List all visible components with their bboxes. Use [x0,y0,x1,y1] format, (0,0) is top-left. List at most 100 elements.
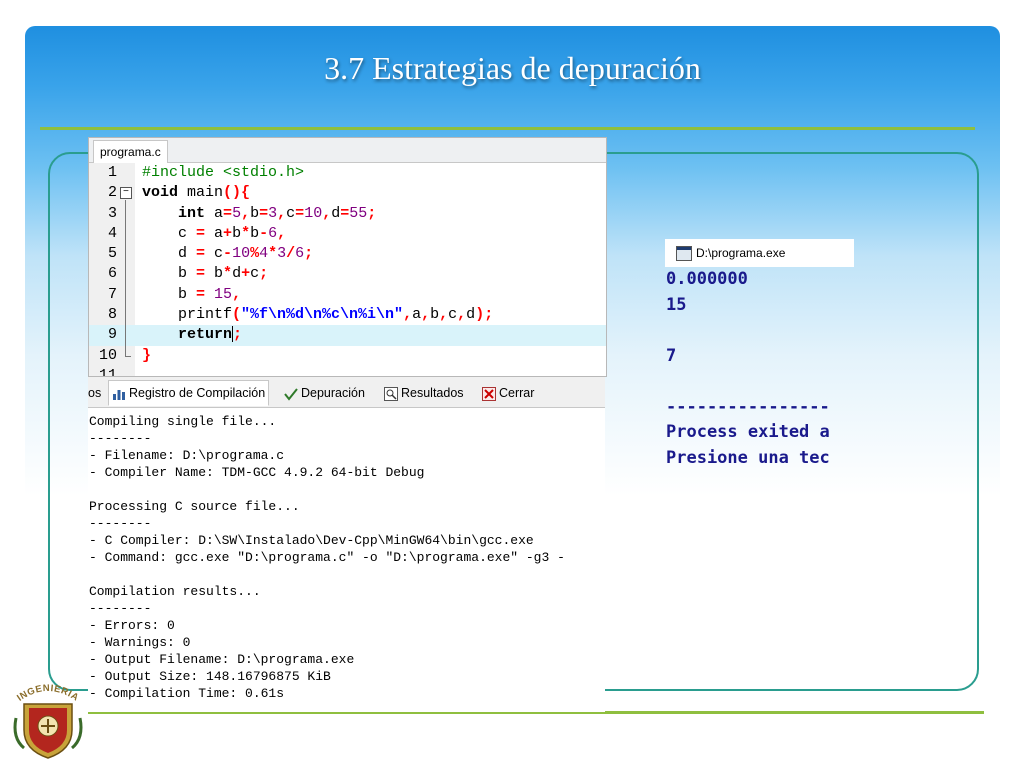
code-token: = [223,204,233,222]
code-token: , [457,306,467,324]
bottom-panel-tabs: os Registro de Compilación Depuración Resul… [88,377,605,408]
log-line: -------- [89,516,152,531]
code-token: d [466,306,476,324]
log-line: -------- [89,601,152,616]
code-line[interactable]: 8 printf("%f\n%d\n%c\n%i\n",a,b,c,d); [89,305,606,325]
code-token: , [403,306,413,324]
code-token: - [223,245,233,263]
log-line: - Compiler Name: TDM-GCC 4.9.2 64-bit De… [89,465,425,480]
console-line: ---------------- [666,396,830,417]
code-token: , [277,224,287,242]
code-area[interactable]: 1 #include <stdio.h> 2 void main(){−3 int a… [89,163,606,377]
code-token: = [196,224,206,242]
slide-title: 3.7 Estrategias de depuración [324,50,701,86]
log-line: - Output Filename: D:\programa.exe [89,652,355,667]
tab-resultados[interactable]: Resultados [384,381,464,405]
code-token: b [250,204,260,222]
code-token: 5 [232,204,242,222]
console-output: 0.000000 15 7 ---------------- Process exite… [665,267,854,471]
log-line: - Compilation Time: 0.61s [89,686,285,701]
code-text: int a=5,b=3,c=10,d=55; [142,204,376,224]
log-line: Compilation results... [89,584,261,599]
code-token: 6 [295,245,305,263]
code-token: ( [232,306,242,324]
code-line[interactable]: 1 #include <stdio.h> [89,163,606,183]
tab-cerrar[interactable]: Cerrar [482,381,534,405]
tab-label: Resultados [401,386,464,400]
fold-collapse-icon[interactable]: − [120,187,132,200]
log-line: - Warnings: 0 [89,635,191,650]
code-line[interactable]: 9 return; [89,325,606,346]
code-token: ; [367,204,377,222]
log-line: Compiling single file... [89,414,277,429]
code-line[interactable]: 11 [89,366,606,377]
code-token: (){ [223,184,251,202]
line-number: 11 [98,366,117,377]
code-token: = [340,204,350,222]
console-titlebar: D:\programa.exe [665,239,854,267]
fold-guide [125,199,126,356]
logo-text: INGENIERIA [15,683,80,704]
code-token: c [448,306,458,324]
console-line: 0.000000 [666,269,748,289]
code-text: c = a+b*b-6, [142,224,286,244]
code-token: = [196,285,206,303]
line-number: 8 [107,306,117,324]
code-line[interactable]: 4 c = a+b*b-6, [89,224,606,244]
code-line[interactable]: 10} [89,346,606,366]
code-token: - [259,224,269,242]
code-token: a [205,224,224,242]
code-token: 4 [259,245,269,263]
code-line[interactable]: 7 b = 15, [89,285,606,305]
code-token: 3 [268,204,278,222]
code-line[interactable]: 6 b = b*d+c; [89,264,606,284]
console-line: Process exited a [666,422,830,442]
log-line: - Errors: 0 [89,618,175,633]
console-window[interactable]: D:\programa.exe 0.000000 15 7 -------------… [665,239,854,479]
code-token: 55 [349,204,368,222]
tab-label: os [88,386,102,400]
line-number: 2 [107,184,117,202]
tab-os[interactable]: os [88,381,101,405]
editor-tab-programa-c[interactable]: programa.c [93,140,168,163]
line-number: 10 [98,346,117,364]
code-text: d = c-10%4*3/6; [142,244,313,264]
bar-chart-icon [112,381,129,405]
code-token: b [142,285,197,303]
title-divider [40,127,975,130]
code-text: return; [142,325,242,345]
code-token: #include <stdio.h> [142,164,305,181]
code-editor[interactable]: programa.c 1 #include <stdio.h> 2 void main… [88,137,607,377]
console-app-icon [676,246,692,261]
code-token: d [232,265,242,283]
search-results-icon [384,381,401,405]
code-text: } [142,346,151,366]
line-number: 4 [107,224,117,242]
console-line: 7 [666,345,677,366]
tab-registro-de-compilaci-n[interactable]: Registro de Compilación [108,380,270,406]
code-line[interactable]: 5 d = c-10%4*3/6; [89,244,606,264]
code-token: d [142,245,197,263]
console-line: 15 [666,294,687,315]
code-token: a [412,306,422,324]
compile-log-output[interactable]: Compiling single file... -------- - Filena… [88,408,605,702]
fold-end [125,355,131,357]
code-token: 15 [214,285,233,303]
code-token: , [322,204,332,222]
code-line[interactable]: 2 void main(){− [89,183,606,203]
code-token: void [142,184,179,202]
code-token: 10 [232,245,251,263]
code-token: % [250,245,260,263]
code-line[interactable]: 3 int a=5,b=3,c=10,d=55; [89,204,606,224]
tab-depuraci-n[interactable]: Depuración [284,381,365,405]
code-token: ; [304,245,314,263]
code-token: ; [233,326,243,344]
code-token: a [205,204,224,222]
code-text: #include <stdio.h> [142,163,304,183]
code-token: c [142,224,197,242]
code-text: void main(){ [142,183,250,203]
log-line: - Filename: D:\programa.c [89,448,285,463]
log-line: - Command: gcc.exe "D:\programa.c" -o "D… [89,550,565,565]
